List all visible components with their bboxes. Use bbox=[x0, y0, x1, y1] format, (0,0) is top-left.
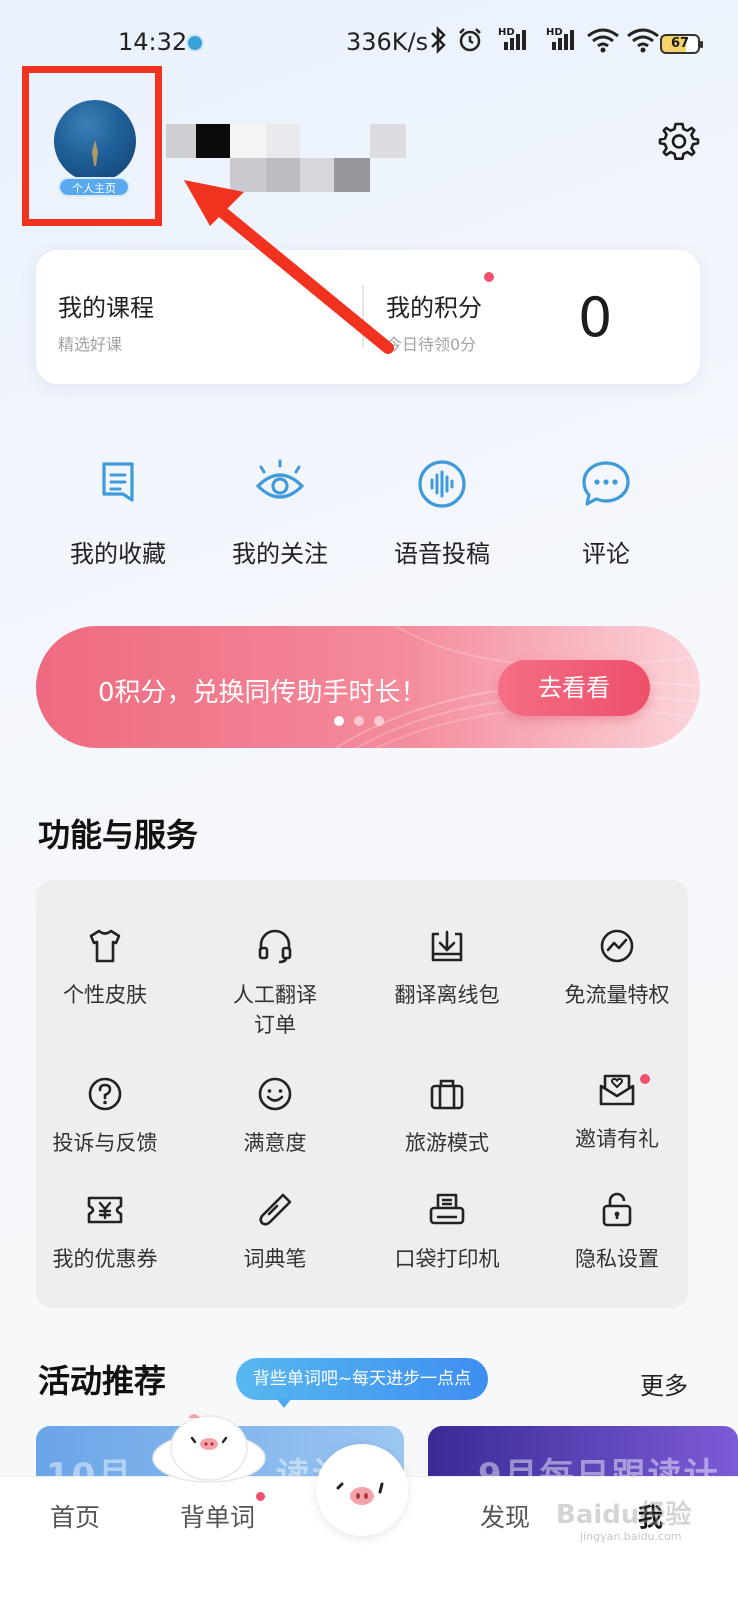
tab-home[interactable]: 首页 bbox=[50, 1498, 100, 1534]
points-red-dot bbox=[484, 272, 494, 282]
service-label: 邀请有礼 bbox=[575, 1127, 659, 1151]
download-tray-icon bbox=[431, 930, 463, 962]
heart-envelope-icon bbox=[599, 1074, 635, 1106]
my-courses-entry[interactable]: 我的课程 精选好课 bbox=[58, 288, 154, 355]
service-privacy[interactable]: 隐私设置 bbox=[542, 1190, 692, 1274]
service-label: 口袋打印机 bbox=[394, 1247, 500, 1271]
coupon-icon bbox=[87, 1196, 123, 1224]
network-speed: 336K/s bbox=[346, 28, 429, 56]
words-tab-red-dot bbox=[256, 1492, 265, 1501]
service-feedback[interactable]: 投诉与反馈 bbox=[30, 1074, 180, 1158]
banner-dot[interactable] bbox=[374, 716, 384, 726]
headset-icon bbox=[258, 929, 292, 964]
service-label: 满意度 bbox=[243, 1131, 307, 1155]
comment-icon bbox=[582, 461, 630, 506]
avatar[interactable] bbox=[54, 100, 136, 182]
invite-red-dot bbox=[640, 1074, 650, 1084]
service-label: 翻译离线包 bbox=[394, 983, 500, 1007]
service-skin[interactable]: 个性皮肤 bbox=[30, 926, 180, 1010]
my-points-title: 我的积分 bbox=[386, 294, 482, 322]
bluetooth-icon bbox=[431, 26, 446, 54]
banner-pagination[interactable] bbox=[334, 716, 384, 726]
banner-text: 0积分，兑换同传助手时长！ bbox=[98, 678, 427, 708]
tshirt-icon bbox=[89, 929, 121, 963]
voice-wave-icon bbox=[418, 460, 466, 508]
shortcut-comments[interactable]: 评论 bbox=[536, 458, 676, 569]
banner-dot[interactable] bbox=[354, 716, 364, 726]
my-points-entry[interactable]: 我的积分 今日待领0分 bbox=[386, 288, 482, 355]
service-travel-mode[interactable]: 旅游模式 bbox=[372, 1074, 522, 1158]
service-label: 隐私设置 bbox=[575, 1247, 659, 1271]
tab-discover[interactable]: 发现 bbox=[480, 1498, 530, 1534]
activities-title: 活动推荐 bbox=[38, 1362, 167, 1400]
piggy-face-icon bbox=[336, 1482, 384, 1505]
pen-icon bbox=[259, 1193, 292, 1226]
more-link[interactable]: 更多 bbox=[640, 1366, 688, 1401]
printer-icon bbox=[429, 1193, 465, 1225]
service-label: 词典笔 bbox=[243, 1247, 307, 1271]
mascot-piggy-icon bbox=[152, 1414, 266, 1483]
shortcut-label: 语音投稿 bbox=[394, 540, 490, 568]
service-label: 人工翻译 订单 bbox=[200, 980, 350, 1040]
eye-icon bbox=[255, 459, 305, 499]
profile-page-badge[interactable]: 个人主页 bbox=[58, 177, 130, 197]
tab-words[interactable]: 背单词 bbox=[180, 1498, 255, 1534]
status-icons: HD HD bbox=[426, 26, 660, 54]
activity-tip-bubble: 背些单词吧~每天进步一点点 bbox=[236, 1358, 488, 1408]
service-human-translation[interactable]: 人工翻译 订单 bbox=[200, 926, 350, 1040]
baidu-watermark: Baidu经验 bbox=[556, 1494, 691, 1531]
service-label: 免流量特权 bbox=[564, 983, 670, 1007]
baidu-watermark-url: jingyan.baidu.com bbox=[580, 1530, 682, 1543]
service-label: 个性皮肤 bbox=[63, 983, 147, 1007]
service-label-line2: 订单 bbox=[254, 1013, 296, 1037]
browser-status-icon bbox=[186, 34, 204, 52]
service-label: 我的优惠券 bbox=[52, 1247, 158, 1271]
trend-circle-icon bbox=[600, 929, 634, 963]
service-data-free[interactable]: 免流量特权 bbox=[542, 926, 692, 1010]
service-invite[interactable]: 邀请有礼 bbox=[542, 1070, 692, 1154]
wifi-icon-1 bbox=[587, 28, 619, 53]
shortcut-label: 我的关注 bbox=[232, 540, 328, 568]
service-label-line1: 人工翻译 bbox=[233, 983, 317, 1007]
service-dictionary-pen[interactable]: 词典笔 bbox=[200, 1190, 350, 1274]
my-courses-subtitle: 精选好课 bbox=[58, 335, 123, 354]
shortcut-following[interactable]: 我的关注 bbox=[210, 458, 350, 569]
shortcut-label: 评论 bbox=[582, 540, 630, 568]
avatar-figure-icon bbox=[92, 140, 98, 166]
my-courses-title: 我的课程 bbox=[58, 294, 154, 322]
banner-go-button[interactable]: 去看看 bbox=[498, 660, 650, 716]
shortcut-label: 我的收藏 bbox=[70, 540, 166, 568]
lock-icon bbox=[602, 1192, 632, 1227]
service-label: 投诉与反馈 bbox=[52, 1131, 158, 1155]
points-value: 0 bbox=[578, 286, 613, 349]
service-satisfaction[interactable]: 满意度 bbox=[200, 1074, 350, 1158]
services-title: 功能与服务 bbox=[38, 816, 199, 854]
service-pocket-printer[interactable]: 口袋打印机 bbox=[372, 1190, 522, 1274]
battery-indicator: 67 bbox=[660, 34, 703, 54]
suitcase-icon bbox=[430, 1079, 464, 1110]
watermark-text: Baidu经验 bbox=[556, 1500, 692, 1530]
bookmark-icon bbox=[102, 462, 134, 502]
service-coupons[interactable]: 我的优惠券 bbox=[30, 1190, 180, 1274]
settings-gear-icon[interactable] bbox=[658, 120, 700, 162]
banner-dot-active[interactable] bbox=[334, 716, 344, 726]
tab-center-mascot-button[interactable] bbox=[316, 1444, 408, 1536]
my-points-subtitle: 今日待领0分 bbox=[386, 335, 477, 354]
status-time: 14:32 bbox=[118, 28, 188, 56]
alarm-icon bbox=[459, 28, 481, 52]
shortcut-voice-submission[interactable]: 语音投稿 bbox=[372, 458, 512, 569]
shortcut-favorites[interactable]: 我的收藏 bbox=[48, 458, 188, 569]
wifi-icon-2 bbox=[627, 28, 659, 53]
annotation-arrow bbox=[184, 180, 394, 354]
service-label: 旅游模式 bbox=[405, 1131, 489, 1155]
question-circle-icon bbox=[88, 1077, 122, 1111]
smile-icon bbox=[258, 1077, 292, 1111]
service-offline-pack[interactable]: 翻译离线包 bbox=[372, 926, 522, 1010]
